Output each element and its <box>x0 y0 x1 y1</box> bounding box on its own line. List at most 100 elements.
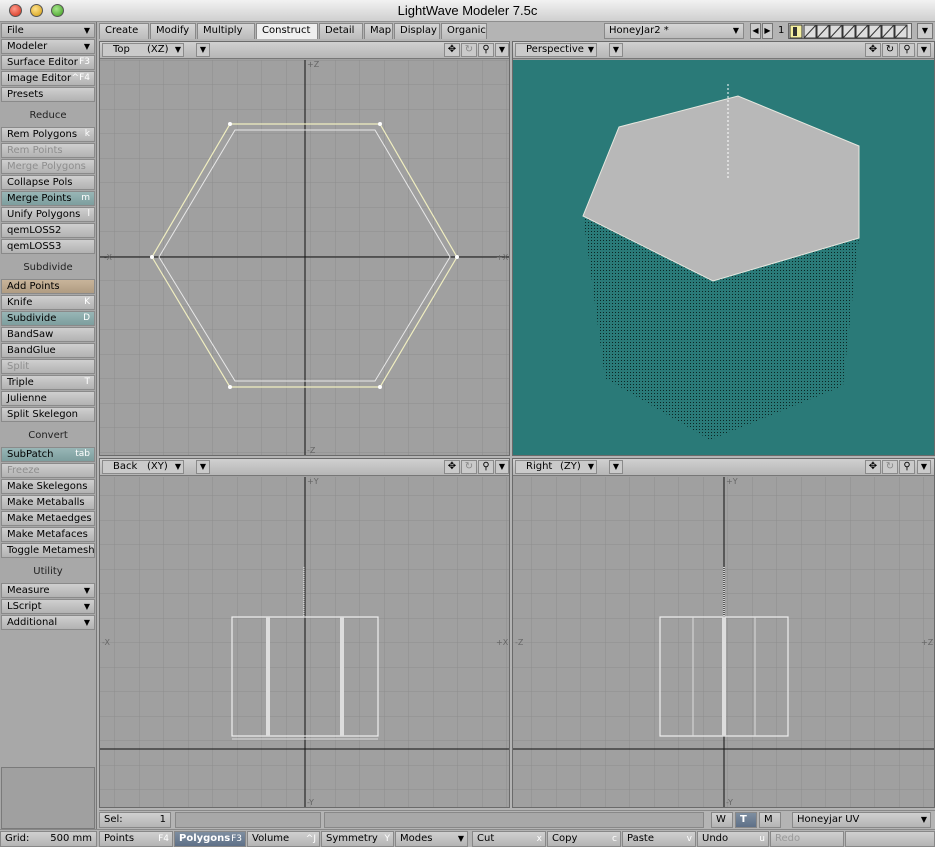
view-type-select[interactable]: Top (XZ) ▼ <box>102 43 184 57</box>
view-type-select[interactable]: Right (ZY) ▼ <box>515 460 597 474</box>
render-mode-select[interactable]: ▼ <box>196 460 210 474</box>
subdivide-button[interactable]: Subdivide D <box>1 311 95 326</box>
weight-map-button[interactable]: W <box>711 812 733 828</box>
rotate-view-icon[interactable]: ↻ <box>882 460 898 474</box>
knife-button[interactable]: Knife K <box>1 295 95 310</box>
tab-organic[interactable]: Organic <box>441 23 487 39</box>
file-button[interactable]: File ▼ <box>1 23 95 38</box>
merge-polygons-button[interactable]: Merge Polygons <box>1 159 95 174</box>
viewport-top[interactable]: Top (XZ) ▼ ▼ ✥ ↻ ⚲ ▼ +Z -Z -X +X <box>99 41 510 456</box>
points-mode-button[interactable]: Points F4 <box>99 831 173 847</box>
viewport-menu-button[interactable]: ▼ <box>917 460 931 474</box>
tab-map[interactable]: Map <box>364 23 393 39</box>
render-mode-select[interactable]: ▼ <box>609 460 623 474</box>
button-label: Rem Points <box>7 145 63 156</box>
cut-button[interactable]: Cut x <box>472 831 546 847</box>
rem-points-button[interactable]: Rem Points <box>1 143 95 158</box>
next-object-button[interactable]: ▶ <box>762 23 773 39</box>
morph-map-button[interactable]: M <box>759 812 781 828</box>
julienne-button[interactable]: Julienne <box>1 391 95 406</box>
tab-multiply[interactable]: Multiply <box>197 23 255 39</box>
modes-menu[interactable]: Modes ▼ <box>395 831 468 847</box>
rotate-view-icon[interactable]: ↻ <box>461 43 477 57</box>
shortcut-key: K <box>84 297 90 307</box>
measure-button[interactable]: Measure ▼ <box>1 583 95 598</box>
viewport-header: Back (XY) ▼ ▼ ✥ ↻ ⚲ ▼ <box>100 459 509 476</box>
rotate-view-icon[interactable]: ↻ <box>882 43 898 57</box>
viewport-menu-button[interactable]: ▼ <box>917 43 931 57</box>
viewport-menu-button[interactable]: ▼ <box>495 43 509 57</box>
button-label: Knife <box>7 297 33 308</box>
volume-mode-button[interactable]: Volume ^J <box>247 831 320 847</box>
qemloss2-button[interactable]: qemLOSS2 <box>1 223 95 238</box>
split-skelegon-button[interactable]: Split Skelegon <box>1 407 95 422</box>
modeler-button[interactable]: Modeler ▼ <box>1 39 95 54</box>
undo-button[interactable]: Undo u <box>697 831 769 847</box>
image-editor-button[interactable]: Image Editor ^F4 <box>1 71 95 86</box>
perspective-canvas[interactable] <box>513 60 935 456</box>
rotate-view-icon[interactable]: ↻ <box>461 460 477 474</box>
section-header: Reduce <box>29 110 67 121</box>
button-label: Presets <box>7 89 44 100</box>
button-label: Image Editor <box>7 73 72 84</box>
make-metaballs-button[interactable]: Make Metaballs <box>1 495 95 510</box>
zoom-view-icon[interactable]: ⚲ <box>899 460 915 474</box>
presets-button[interactable]: Presets <box>1 87 95 102</box>
layer-menu-button[interactable]: ▼ <box>917 23 933 39</box>
make-metaedges-button[interactable]: Make Metaedges <box>1 511 95 526</box>
button-label: Merge Polygons <box>7 161 86 172</box>
polygons-mode-button[interactable]: Polygons F3 <box>174 831 246 847</box>
tab-display[interactable]: Display <box>394 23 440 39</box>
move-view-icon[interactable]: ✥ <box>444 43 460 57</box>
bandglue-button[interactable]: BandGlue <box>1 343 95 358</box>
viewport-back[interactable]: Back (XY) ▼ ▼ ✥ ↻ ⚲ ▼ +Y -Y -X +X <box>99 458 510 808</box>
move-view-icon[interactable]: ✥ <box>444 460 460 474</box>
collapse-pols-button[interactable]: Collapse Pols <box>1 175 95 190</box>
unify-polygons-button[interactable]: Unify Polygons l <box>1 207 95 222</box>
freeze-button[interactable]: Freeze <box>1 463 95 478</box>
lscript-button[interactable]: LScript ▼ <box>1 599 95 614</box>
zoom-view-icon[interactable]: ⚲ <box>478 460 494 474</box>
bandsaw-button[interactable]: BandSaw <box>1 327 95 342</box>
object-selector[interactable]: HoneyJar2 * ▼ <box>604 23 744 39</box>
view-type-select[interactable]: Back (XY) ▼ <box>102 460 184 474</box>
triple-button[interactable]: Triple T <box>1 375 95 390</box>
copy-button[interactable]: Copy c <box>547 831 621 847</box>
zoom-view-icon[interactable]: ⚲ <box>899 43 915 57</box>
tab-modify[interactable]: Modify <box>150 23 196 39</box>
make-skelegons-button[interactable]: Make Skelegons <box>1 479 95 494</box>
vmap-select[interactable]: Honeyjar UV ▼ <box>792 812 931 828</box>
toggle-metamesh-button[interactable]: Toggle Metamesh <box>1 543 95 558</box>
view-type-select[interactable]: Perspective ▼ <box>515 43 597 57</box>
prev-object-button[interactable]: ◀ <box>750 23 761 39</box>
texture-map-button[interactable]: T <box>735 812 757 828</box>
make-metafaces-button[interactable]: Make Metafaces <box>1 527 95 542</box>
viewport-perspective[interactable]: Perspective ▼ ▼ ✥ ↻ ⚲ ▼ <box>512 41 935 456</box>
paste-button[interactable]: Paste v <box>622 831 696 847</box>
button-label: Make Metaedges <box>7 513 92 524</box>
viewport-menu-button[interactable]: ▼ <box>495 460 509 474</box>
qemloss3-button[interactable]: qemLOSS3 <box>1 239 95 254</box>
tab-construct[interactable]: Construct <box>256 23 318 39</box>
merge-points-button[interactable]: Merge Points m <box>1 191 95 206</box>
layer-buttons[interactable] <box>788 23 912 39</box>
move-view-icon[interactable]: ✥ <box>865 43 881 57</box>
additional-button[interactable]: Additional ▼ <box>1 615 95 630</box>
zoom-view-icon[interactable]: ⚲ <box>478 43 494 57</box>
tab-create[interactable]: Create <box>99 23 149 39</box>
symmetry-toggle[interactable]: Symmetry Y <box>321 831 394 847</box>
viewport-right[interactable]: Right (ZY) ▼ ▼ ✥ ↻ ⚲ ▼ +Y -Y -Z +Z <box>512 458 935 808</box>
render-mode-select[interactable]: ▼ <box>196 43 210 57</box>
split-button[interactable]: Split <box>1 359 95 374</box>
tab-detail[interactable]: Detail <box>319 23 363 39</box>
top-view-canvas[interactable]: +Z -Z -X +X <box>100 60 510 456</box>
surface-editor-button[interactable]: Surface Editor F3 <box>1 55 95 70</box>
render-mode-select[interactable]: ▼ <box>609 43 623 57</box>
move-view-icon[interactable]: ✥ <box>865 460 881 474</box>
back-view-canvas[interactable]: +Y -Y -X +X <box>100 477 510 808</box>
subpatch-button[interactable]: SubPatch tab <box>1 447 95 462</box>
right-view-canvas[interactable]: +Y -Y -Z +Z <box>513 477 935 808</box>
rem-polygons-button[interactable]: Rem Polygons k <box>1 127 95 142</box>
add-points-button[interactable]: Add Points <box>1 279 95 294</box>
redo-button[interactable]: Redo <box>770 831 844 847</box>
